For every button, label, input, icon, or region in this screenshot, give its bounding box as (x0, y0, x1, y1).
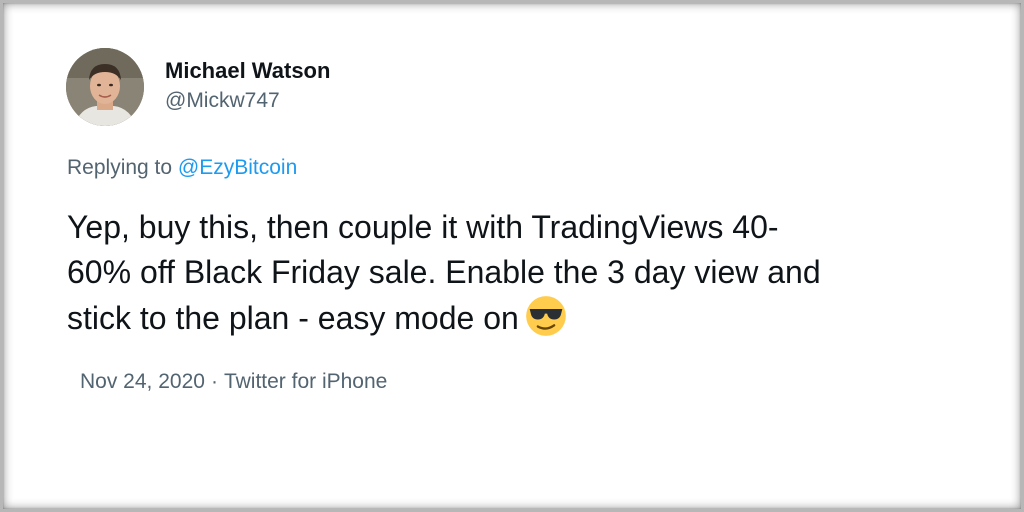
replying-to-label: Replying to (67, 156, 178, 179)
tweet-source[interactable]: Twitter for iPhone (224, 370, 387, 393)
avatar-photo-icon (66, 48, 144, 126)
tweet-date[interactable]: Nov 24, 2020 (80, 370, 205, 393)
author-handle[interactable]: @Mickw747 (165, 89, 280, 113)
author-display-name[interactable]: Michael Watson (165, 58, 330, 84)
tweet-text-line: Yep, buy this, then couple it with Tradi… (67, 209, 779, 245)
tweet-text: Yep, buy this, then couple it with Tradi… (67, 205, 967, 349)
tweet-text-line: 60% off Black Friday sale. Enable the 3 … (67, 254, 821, 290)
tweet-text-line-content: stick to the plan - easy mode on (67, 300, 519, 336)
avatar[interactable] (66, 48, 144, 126)
tweet-card: Michael Watson @Mickw747 Replying to @Ez… (0, 0, 1024, 512)
tweet-meta: Nov 24, 2020 · Twitter for iPhone (80, 370, 387, 394)
tweet-text-line: stick to the plan - easy mode on (67, 295, 967, 349)
replying-to-line: Replying to @EzyBitcoin (67, 156, 297, 180)
reply-mention-link[interactable]: @EzyBitcoin (178, 156, 297, 179)
smiling-face-with-sunglasses-icon (525, 295, 567, 349)
meta-separator: · (210, 370, 218, 393)
